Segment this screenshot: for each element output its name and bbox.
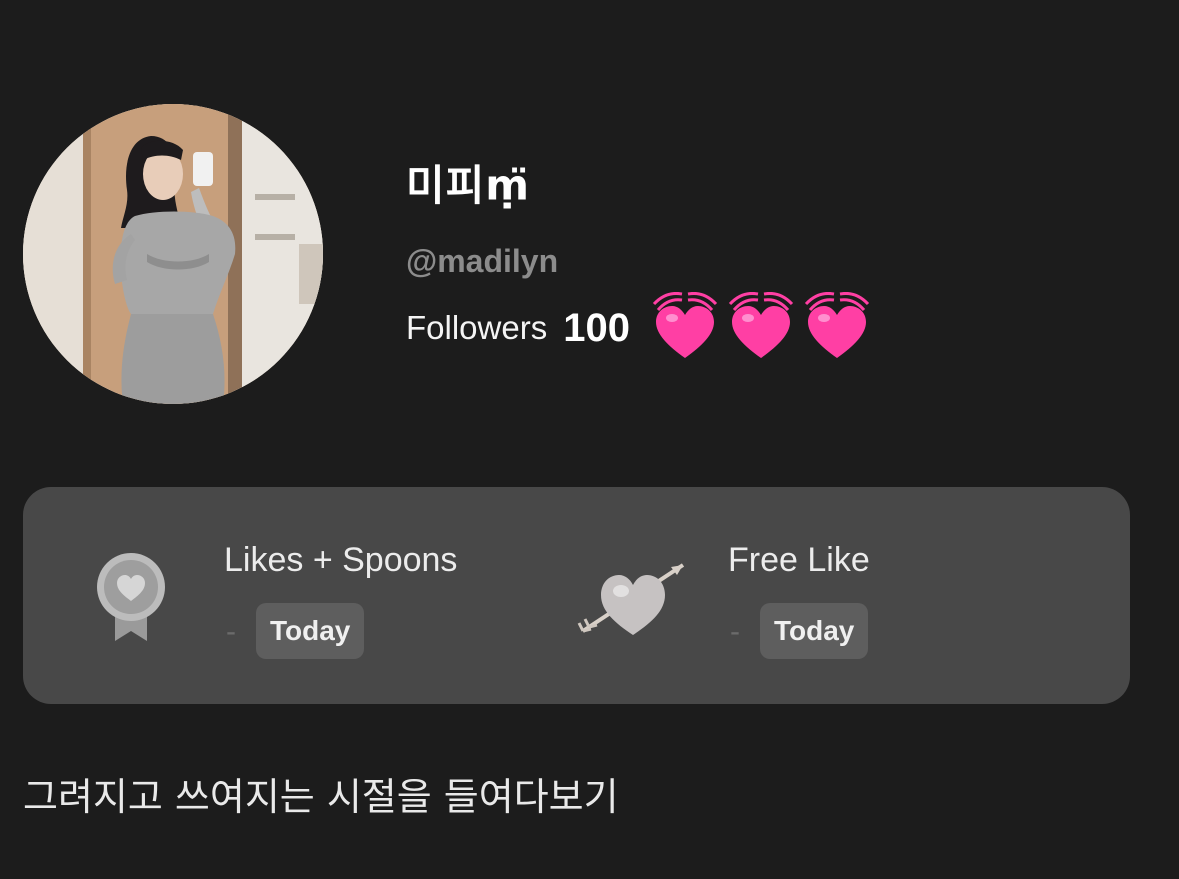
heart-with-waves-icon	[804, 292, 870, 358]
medal-heart-icon	[97, 553, 165, 641]
stat-value: -	[226, 615, 236, 648]
stat-value: -	[730, 615, 740, 648]
bio-text: 그려지고 쓰여지는 시절을 들여다보기	[23, 775, 619, 819]
handle[interactable]: @madilyn	[406, 243, 558, 280]
stats-card: Likes + Spoons - Today Free Like - Today	[23, 487, 1130, 704]
followers-row[interactable]: Followers 100	[406, 288, 874, 368]
avatar-photo	[23, 104, 323, 404]
hearts	[648, 292, 874, 364]
today-badge: Today	[760, 603, 869, 659]
stat-free-like[interactable]: Free Like - Today	[563, 487, 1130, 704]
followers-count: 100	[563, 305, 630, 350]
stat-likes-spoons[interactable]: Likes + Spoons - Today	[23, 487, 563, 704]
avatar[interactable]	[23, 104, 323, 404]
heart-arrow-icon	[577, 563, 685, 635]
stat-title: Likes + Spoons	[224, 541, 458, 579]
profile-page: 미피ṃ̈ @madilyn Followers 100 Likes + Spoo…	[0, 0, 1179, 879]
today-badge: Today	[256, 603, 365, 659]
display-name: 미피ṃ̈	[406, 161, 531, 210]
followers-label: Followers	[406, 309, 548, 346]
stat-title: Free Like	[728, 541, 870, 579]
heart-with-waves-icon	[652, 292, 718, 358]
heart-with-waves-icon	[728, 292, 794, 358]
